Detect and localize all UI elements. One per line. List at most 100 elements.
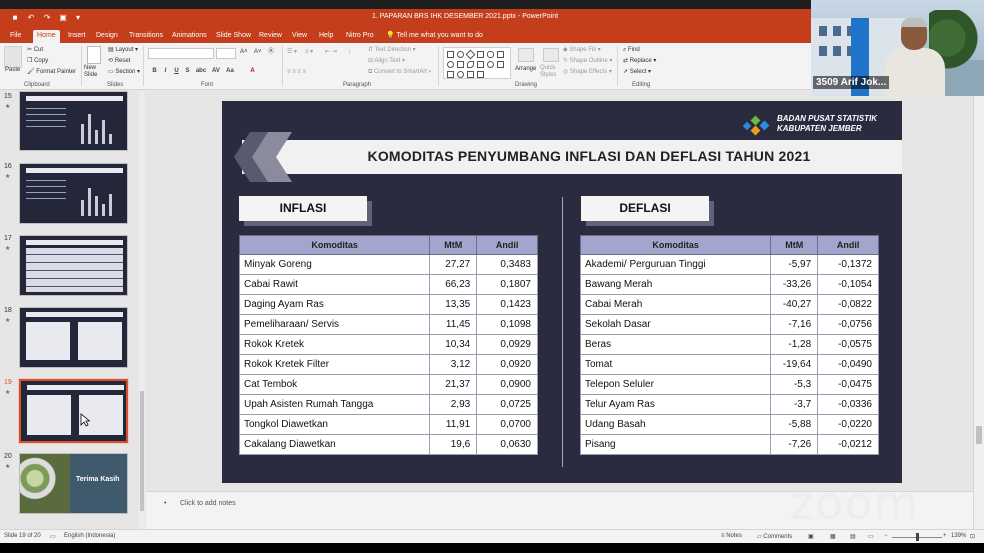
shapes-gallery[interactable] <box>443 47 511 79</box>
line-spacing-icon[interactable]: ↕ <box>348 48 351 57</box>
text-direction-button[interactable]: ⇵ Text Direction ▾ <box>368 46 416 55</box>
comments-button[interactable]: ▱ Comments <box>757 533 792 540</box>
slide-thumbnail-17[interactable] <box>19 235 128 296</box>
italic-button[interactable]: I <box>161 67 170 76</box>
tab-review[interactable]: Review <box>255 30 286 43</box>
spellcheck-icon[interactable]: ▭ <box>50 533 56 540</box>
align-icons[interactable]: ≡ ≡ ≡ ≡ <box>287 68 306 77</box>
shadow-button[interactable]: S <box>183 67 192 76</box>
font-name-combobox[interactable] <box>148 48 214 59</box>
bullets-icon[interactable]: ☰ ▾ <box>287 48 297 57</box>
moon-shape-icon[interactable] <box>457 71 464 78</box>
find-button[interactable]: ⌕ Find <box>623 46 640 55</box>
convert-smartart-button[interactable]: ⧉ Convert to SmartArt ▾ <box>368 68 431 77</box>
cut-button[interactable]: ✂ Cut <box>27 46 43 55</box>
paste-icon[interactable] <box>4 46 22 68</box>
tab-file[interactable]: File <box>6 30 25 43</box>
align-text-button[interactable]: ⊟ Align Text ▾ <box>368 57 405 66</box>
arrange-icon[interactable] <box>518 48 534 62</box>
rectangle-shape-icon[interactable] <box>477 51 484 58</box>
slide-thumbnail-15[interactable] <box>19 91 128 151</box>
redo-icon[interactable]: ↷ <box>42 13 52 23</box>
zoom-participant-video[interactable]: 3509 Arif Jok... <box>811 0 984 96</box>
grow-font-icon[interactable]: A˄ <box>240 48 248 57</box>
indent-icons[interactable]: ⇤ ⇥ <box>325 48 337 57</box>
fit-slide-icon[interactable]: ⊡ <box>970 533 975 540</box>
notes-toggle-button[interactable]: ≡ Notes <box>721 533 742 539</box>
clear-formatting-icon[interactable]: Ⓐ <box>268 48 274 57</box>
reset-button[interactable]: ⟲ Reset <box>108 57 130 66</box>
section-button[interactable]: ▭ Section ▾ <box>108 68 140 77</box>
tab-slide-show[interactable]: Slide Show <box>212 30 255 43</box>
new-slide-button[interactable]: New Slide <box>84 65 104 79</box>
select-button[interactable]: ➚ Select ▾ <box>623 68 651 77</box>
undo-icon[interactable]: ↶ <box>26 13 36 23</box>
character-spacing-button[interactable]: AV <box>210 67 222 76</box>
shrink-font-icon[interactable]: A˅ <box>254 48 262 57</box>
reading-view-icon[interactable]: ▤ <box>850 533 856 540</box>
paste-button[interactable]: Paste <box>5 66 20 75</box>
slide-thumbnail-18[interactable] <box>19 307 128 368</box>
language-indicator[interactable]: English (Indonesia) <box>64 533 115 539</box>
brace-shape-icon[interactable] <box>467 71 474 78</box>
star-shape-icon[interactable] <box>497 61 504 68</box>
arrow-shape-icon[interactable] <box>447 71 454 78</box>
shape-outline-button[interactable]: ✎ Shape Outline ▾ <box>563 57 612 66</box>
zoom-level[interactable]: 139% <box>951 533 966 539</box>
slide-thumbnail-19-selected[interactable] <box>18 378 129 444</box>
underline-button[interactable]: U <box>172 67 181 76</box>
change-case-button[interactable]: Aa <box>224 67 236 76</box>
copy-button[interactable]: ❐ Copy <box>27 57 48 66</box>
bracket-shape-icon[interactable] <box>477 61 484 68</box>
slide-canvas[interactable]: BADAN PUSAT STATISTIK KABUPATEN JEMBER K… <box>222 101 902 483</box>
tab-design[interactable]: Design <box>92 30 122 43</box>
tab-animations[interactable]: Animations <box>168 30 211 43</box>
quick-styles-button[interactable]: Quick Styles <box>540 65 562 79</box>
customize-quick-access-icon[interactable]: ▾ <box>73 13 83 23</box>
tab-view[interactable]: View <box>288 30 311 43</box>
shape-effects-button[interactable]: ◎ Shape Effects ▾ <box>563 68 612 77</box>
save-icon[interactable]: ■ <box>10 13 20 23</box>
oval-shape-icon[interactable] <box>457 51 464 58</box>
format-painter-button[interactable]: 🖌 Format Painter <box>27 68 76 77</box>
tab-transitions[interactable]: Transitions <box>125 30 167 43</box>
tab-home[interactable]: Home <box>33 30 60 43</box>
square-shape-icon[interactable] <box>457 61 464 68</box>
layout-button[interactable]: ▤ Layout ▾ <box>108 46 138 55</box>
slide-thumbnail-20[interactable]: Terima Kasih <box>19 453 128 514</box>
slideshow-icon[interactable]: ▭ <box>868 533 874 540</box>
replace-button[interactable]: ⇄ Replace ▾ <box>623 57 656 66</box>
strikethrough-button[interactable]: abc <box>194 67 208 76</box>
tell-me-search[interactable]: 💡 Tell me what you want to do <box>382 30 487 43</box>
arrange-button[interactable]: Arrange <box>515 65 536 74</box>
normal-view-icon[interactable]: ▣ <box>808 533 814 540</box>
editor-vertical-scrollbar[interactable] <box>973 91 984 529</box>
tab-nitro-pro[interactable]: Nitro Pro <box>342 30 378 43</box>
slide-thumbnail-16[interactable] <box>19 163 128 224</box>
rectangle-shape-icon[interactable] <box>447 51 454 58</box>
zoom-out-icon[interactable]: − <box>884 533 888 539</box>
tab-insert[interactable]: Insert <box>64 30 90 43</box>
curve-shape-icon[interactable] <box>467 61 474 68</box>
textbox-shape-icon[interactable] <box>497 51 504 58</box>
thumbnail-scrollbar-thumb[interactable] <box>140 391 144 511</box>
zoom-slider-thumb[interactable] <box>916 533 919 541</box>
slide-sorter-icon[interactable]: ▦ <box>830 533 836 540</box>
editor-scrollbar-thumb[interactable] <box>976 426 982 444</box>
quick-styles-icon[interactable] <box>543 48 559 62</box>
smiley-shape-icon[interactable] <box>487 61 494 68</box>
rounded-rect-shape-icon[interactable] <box>487 51 494 58</box>
diamond-shape-icon[interactable] <box>465 49 476 60</box>
tab-help[interactable]: Help <box>315 30 337 43</box>
zoom-in-icon[interactable]: + <box>943 533 947 539</box>
present-icon[interactable]: ▣ <box>58 13 68 23</box>
numbering-icon[interactable]: ≡ ▾ <box>305 48 313 57</box>
bold-button[interactable]: B <box>150 67 159 76</box>
new-slide-icon[interactable] <box>87 46 101 64</box>
circle-shape-icon[interactable] <box>447 61 454 68</box>
shape-fill-button[interactable]: ◆ Shape Fill ▾ <box>563 46 601 55</box>
font-size-combobox[interactable] <box>216 48 236 59</box>
font-color-button[interactable]: A <box>248 67 257 76</box>
notes-placeholder[interactable]: Click to add notes <box>180 500 236 507</box>
flowchart-shape-icon[interactable] <box>477 71 484 78</box>
